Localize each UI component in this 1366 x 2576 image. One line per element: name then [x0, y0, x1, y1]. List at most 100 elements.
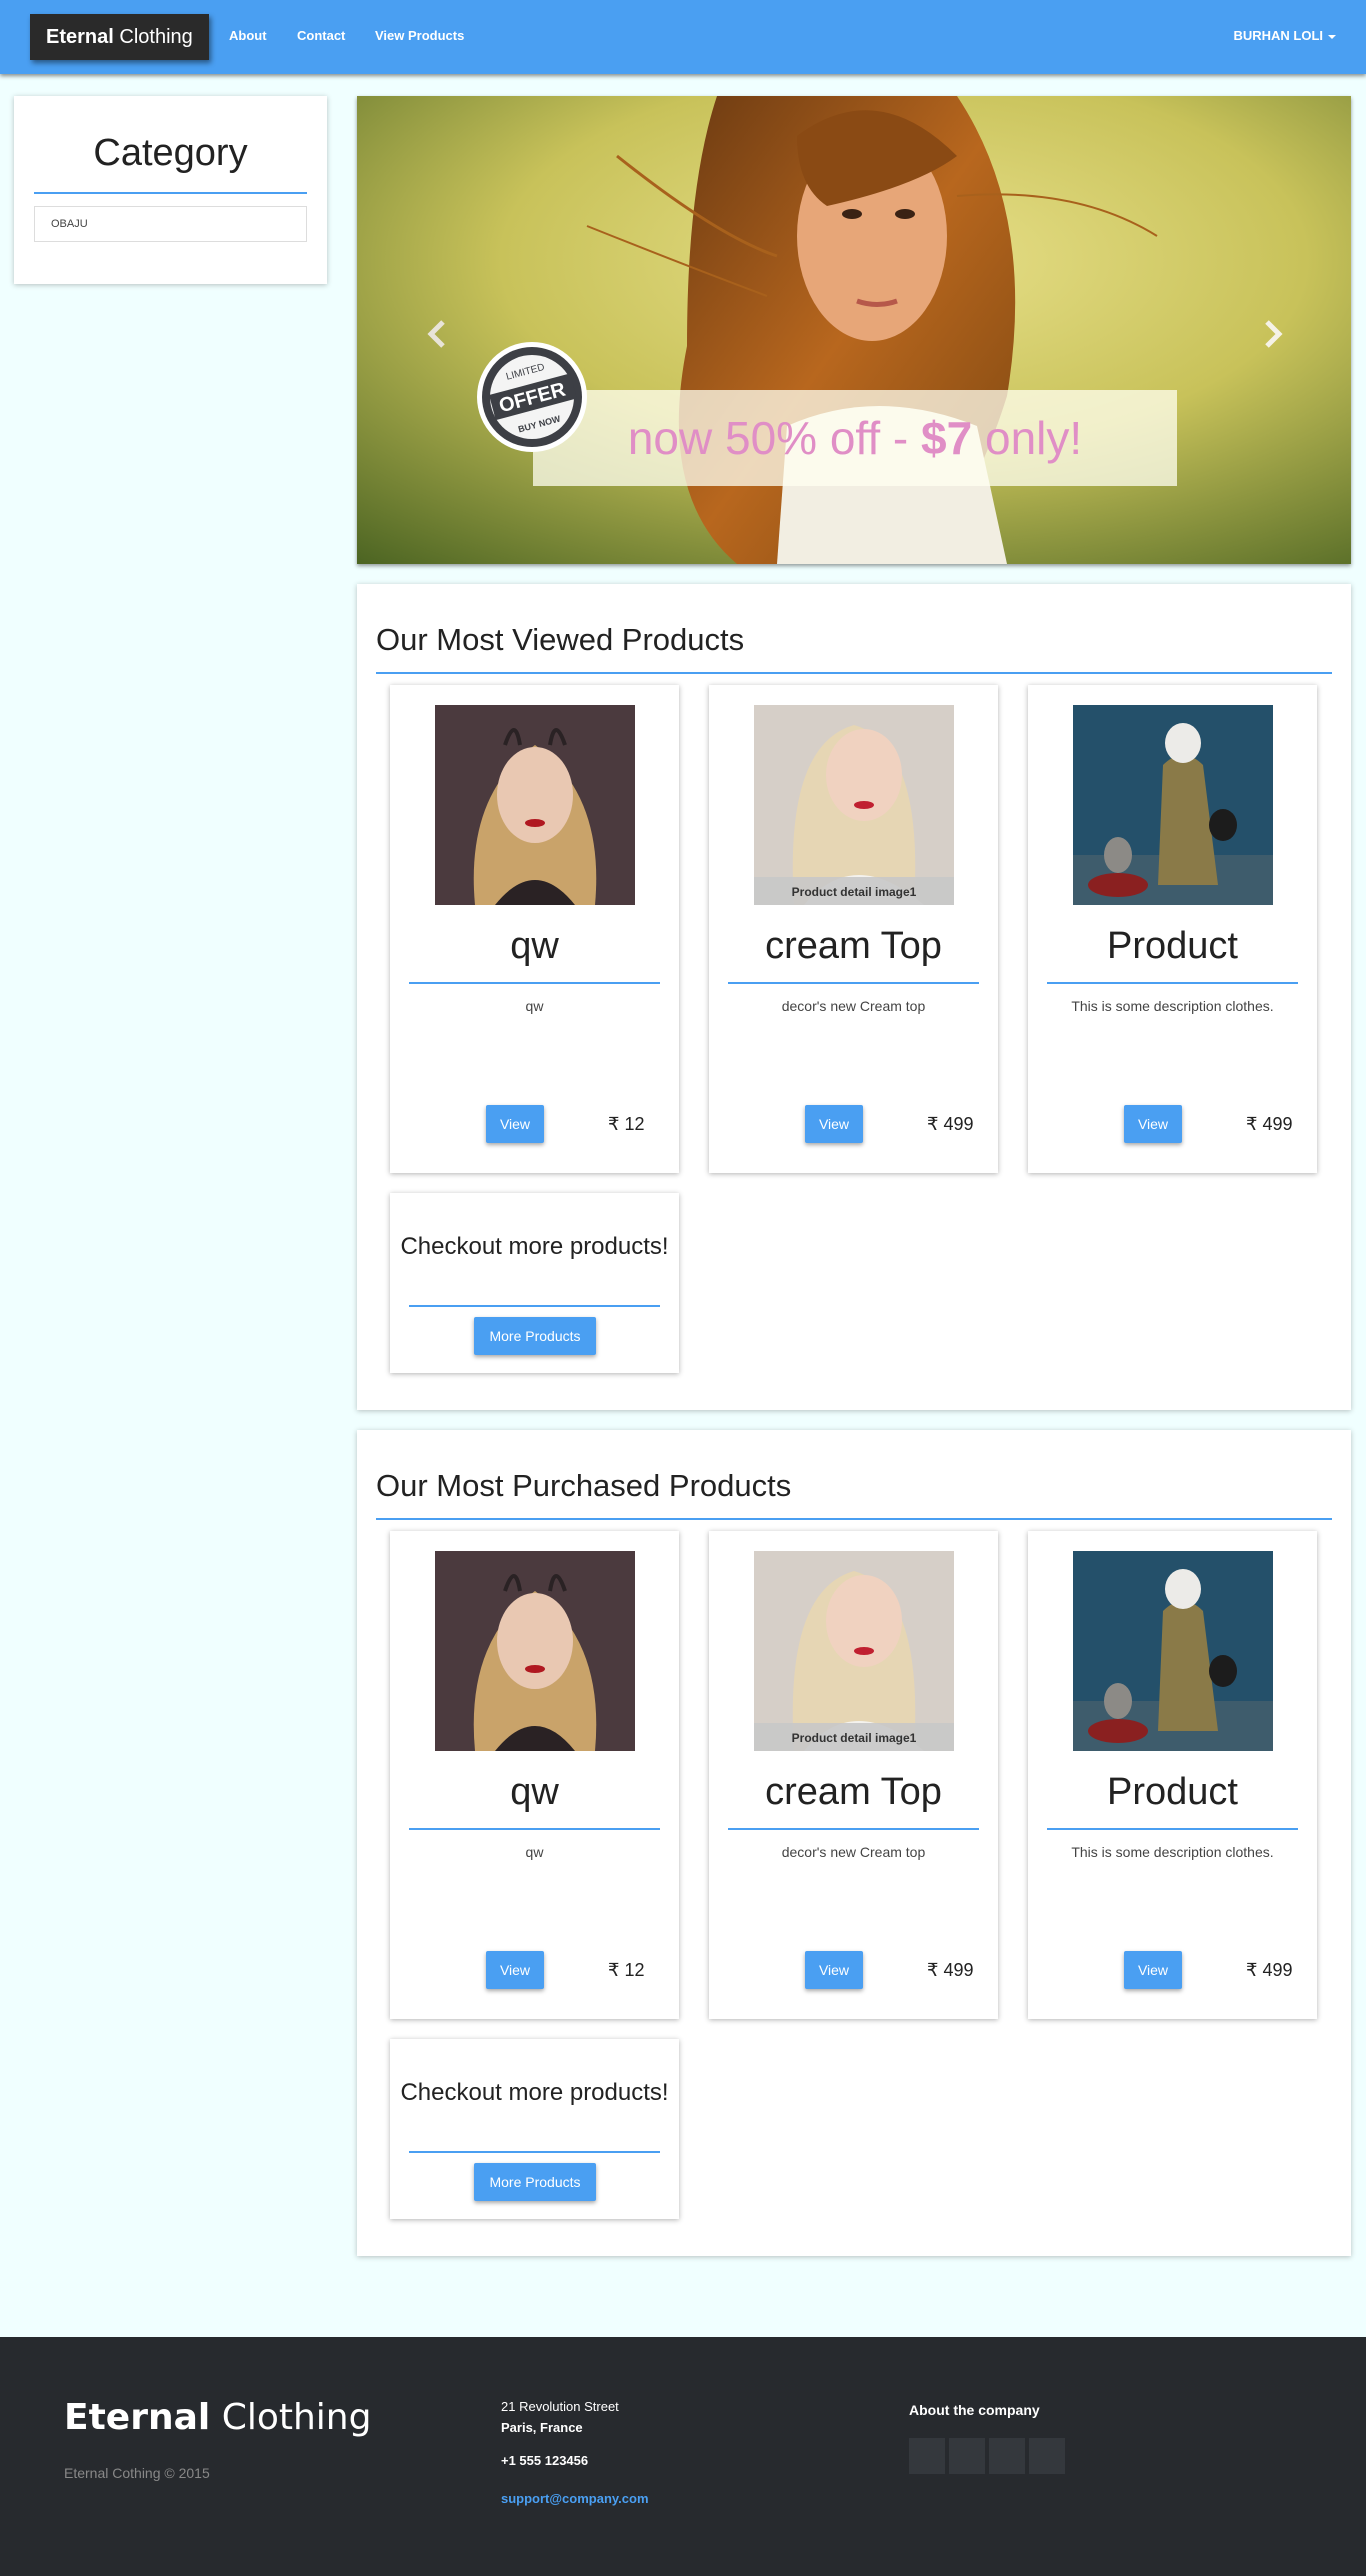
- social-icon[interactable]: [1029, 2438, 1065, 2474]
- product-description: decor's new Cream top: [781, 998, 926, 1014]
- more-products-card: Checkout more products! More Products: [390, 2039, 679, 2219]
- hero-image: [357, 96, 1351, 564]
- product-image[interactable]: [1073, 1551, 1273, 1751]
- more-products-title: Checkout more products!: [400, 2079, 669, 2106]
- product-price: ₹ 12: [608, 1114, 645, 1134]
- carousel-prev-icon[interactable]: [423, 316, 451, 352]
- product-card: qw qw View ₹ 12: [390, 1531, 679, 2019]
- footer-brand-rest: Clothing: [221, 2397, 372, 2438]
- more-products-card: Checkout more products! More Products: [390, 1193, 679, 1373]
- product-card: Product This is some description clothes…: [1028, 1531, 1317, 2019]
- divider: [409, 2151, 660, 2153]
- divider: [409, 982, 660, 984]
- category-panel: Category OBAJU: [14, 96, 327, 284]
- offer-price: $7: [921, 412, 973, 464]
- phone: +1 555 123456: [501, 2453, 589, 2468]
- product-image[interactable]: Product detail image1: [754, 705, 954, 905]
- product-price: ₹ 499: [1246, 1960, 1293, 1980]
- social-icon[interactable]: [989, 2438, 1025, 2474]
- footer-brand-bold: Eternal: [64, 2397, 211, 2438]
- view-button[interactable]: View: [486, 1951, 544, 1989]
- product-name: cream Top: [765, 1771, 942, 1813]
- section-title: Our Most Purchased Products: [376, 1468, 792, 1503]
- offer-banner: now 50% off - $7 only!: [533, 390, 1177, 486]
- image-caption: Product detail image1: [792, 885, 917, 899]
- brand-rest: Clothing: [119, 26, 193, 48]
- divider: [409, 1305, 660, 1307]
- email-link[interactable]: support@company.com: [501, 2491, 649, 2506]
- product-name: Product: [1107, 925, 1238, 967]
- product-image[interactable]: Product detail image1: [754, 1551, 954, 1751]
- model-photo-icon: Product detail image1: [754, 1551, 954, 1751]
- product-name: qw: [510, 1771, 559, 1813]
- brand-bold: Eternal: [46, 26, 114, 48]
- limited-offer-badge-icon: OFFER LIMITED BUY NOW: [477, 342, 587, 452]
- view-button[interactable]: View: [1124, 1105, 1182, 1143]
- carousel-next-icon[interactable]: [1259, 316, 1287, 352]
- hero-carousel: now 50% off - $7 only! OFFER LIMITED BUY…: [357, 96, 1351, 564]
- divider: [376, 1518, 1332, 1520]
- product-price: ₹ 499: [927, 1960, 974, 1980]
- divider: [1047, 1828, 1298, 1830]
- most-viewed-section: Our Most Viewed Products qw qw View ₹ 12: [357, 584, 1351, 1410]
- view-button[interactable]: View: [805, 1951, 863, 1989]
- social-icon[interactable]: [949, 2438, 985, 2474]
- section-title: Our Most Viewed Products: [376, 622, 745, 657]
- image-caption: Product detail image1: [792, 1731, 917, 1745]
- product-card: qw qw View ₹ 12: [390, 685, 679, 1173]
- chevron-down-icon: [1328, 34, 1336, 39]
- product-price: ₹ 12: [608, 1960, 645, 1980]
- product-name: cream Top: [765, 925, 942, 967]
- product-description: This is some description clothes.: [1071, 1844, 1274, 1860]
- model-photo-icon: [1073, 1551, 1273, 1751]
- product-card: Product This is some description clothes…: [1028, 685, 1317, 1173]
- model-photo-icon: [435, 705, 635, 905]
- product-name: qw: [510, 925, 559, 967]
- product-price: ₹ 499: [927, 1114, 974, 1134]
- product-image[interactable]: [1073, 705, 1273, 905]
- product-description: decor's new Cream top: [781, 1844, 926, 1860]
- nav-about[interactable]: About: [229, 28, 267, 43]
- divider: [728, 1828, 979, 1830]
- category-title: Category: [93, 132, 248, 174]
- nav-contact[interactable]: Contact: [297, 28, 345, 43]
- divider: [376, 672, 1332, 674]
- address-line1: 21 Revolution Street: [501, 2399, 619, 2414]
- model-photo-icon: [435, 1551, 635, 1751]
- product-description: qw: [525, 1844, 544, 1860]
- divider: [1047, 982, 1298, 984]
- more-products-button[interactable]: More Products: [474, 1317, 596, 1355]
- user-name: BURHAN LOLI: [1233, 28, 1323, 43]
- address-line2: Paris, France: [501, 2420, 583, 2435]
- product-card: Product detail image1 cream Top decor's …: [709, 685, 998, 1173]
- view-button[interactable]: View: [486, 1105, 544, 1143]
- offer-suffix: only!: [972, 412, 1083, 464]
- divider: [34, 192, 307, 194]
- most-purchased-section: Our Most Purchased Products qw qw View ₹…: [357, 1430, 1351, 2256]
- social-icon[interactable]: [909, 2438, 945, 2474]
- product-card: Product detail image1 cream Top decor's …: [709, 1531, 998, 2019]
- product-image[interactable]: [435, 705, 635, 905]
- product-image[interactable]: [435, 1551, 635, 1751]
- product-price: ₹ 499: [1246, 1114, 1293, 1134]
- view-button[interactable]: View: [1124, 1951, 1182, 1989]
- model-photo-icon: [1073, 705, 1273, 905]
- model-photo-icon: Product detail image1: [754, 705, 954, 905]
- product-name: Product: [1107, 1771, 1238, 1813]
- product-description: This is some description clothes.: [1071, 998, 1274, 1014]
- view-button[interactable]: View: [805, 1105, 863, 1143]
- user-menu[interactable]: BURHAN LOLI: [1233, 28, 1336, 43]
- category-item[interactable]: OBAJU: [34, 206, 307, 242]
- divider: [409, 1828, 660, 1830]
- copyright: Eternal Cothing © 2015: [64, 2465, 210, 2481]
- navbar: Eternal Clothing About Contact View Prod…: [0, 0, 1366, 74]
- nav-view-products[interactable]: View Products: [375, 28, 464, 43]
- more-products-button[interactable]: More Products: [474, 2163, 596, 2201]
- offer-prefix: now 50% off -: [627, 412, 922, 464]
- about-heading: About the company: [909, 2402, 1040, 2418]
- brand-logo[interactable]: Eternal Clothing: [30, 14, 209, 60]
- divider: [728, 982, 979, 984]
- footer-brand: Eternal Clothing: [64, 2397, 371, 2438]
- more-products-title: Checkout more products!: [400, 1233, 669, 1260]
- footer: Eternal Clothing Eternal Cothing © 2015 …: [0, 2337, 1366, 2576]
